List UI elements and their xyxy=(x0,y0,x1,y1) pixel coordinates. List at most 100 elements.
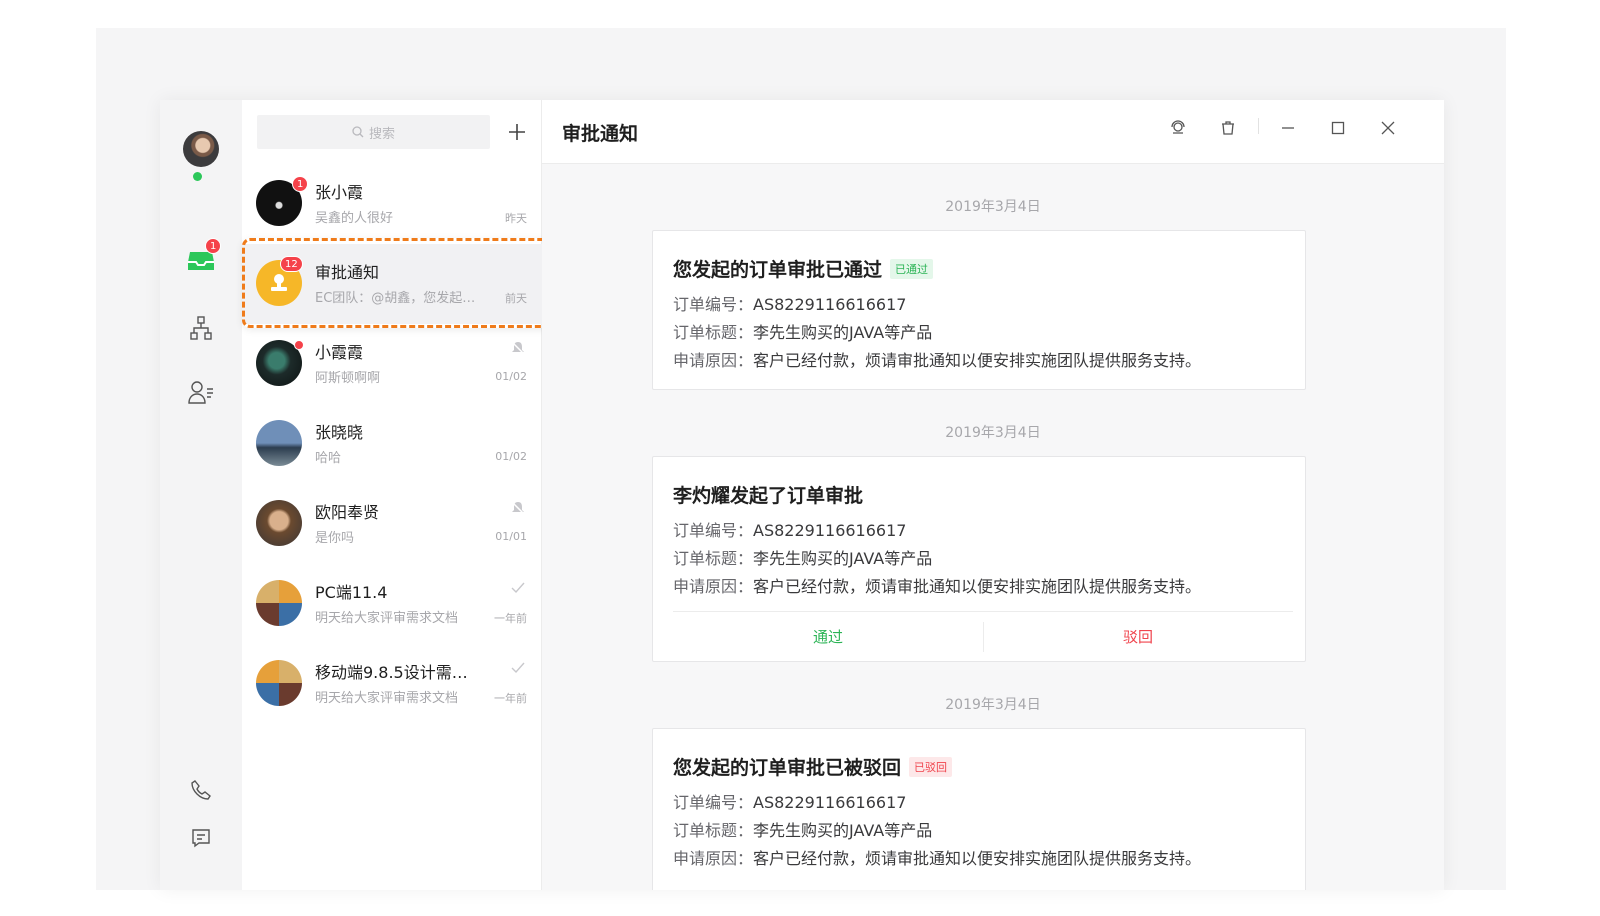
conversation-item[interactable]: 移动端9.8.5设计需求评审 明天给大家评审需求文档 一年前 xyxy=(242,644,542,724)
status-badge-rejected: 已驳回 xyxy=(909,756,953,777)
nav-feedback[interactable] xyxy=(185,822,217,854)
reason-row: 申请原因：客户已经付款，烦请审批通知以便安排实施团队提供服务支持。 xyxy=(673,845,1201,869)
card-title-text: 您发起的订单审批已被驳回 xyxy=(673,757,902,779)
conversation-time: 01/01 xyxy=(495,530,527,543)
approval-panel: 审批通知 2019年3月4日 您发起的订单审批已通过 已通过 订单编号：AS82… xyxy=(542,100,1444,890)
order-title-row: 订单标题：李先生购买的JAVA等产品 xyxy=(673,817,932,841)
field-label: 申请原因： xyxy=(673,577,754,596)
conversation-preview: 明天给大家评审需求文档 xyxy=(315,611,459,626)
order-number-row: 订单编号：AS8229116616617 xyxy=(673,517,906,541)
unread-badge: 1 xyxy=(292,176,309,192)
search-icon xyxy=(352,126,364,138)
conversation-preview: 明天给大家评审需求文档 xyxy=(315,691,459,706)
conversation-preview: 吴鑫的人很好 xyxy=(315,211,394,226)
minimize-button[interactable] xyxy=(1274,114,1302,142)
card-actions: 通过 驳回 xyxy=(673,611,1293,661)
card-title: 您发起的订单审批已被驳回 已驳回 xyxy=(673,753,953,780)
card-title-text: 您发起的订单审批已通过 xyxy=(673,259,883,281)
conversation-name: 张晓晓 xyxy=(315,423,364,442)
conversation-item[interactable]: 小霞霞 阿斯顿啊啊 01/02 xyxy=(242,324,542,404)
support-agent-icon xyxy=(1171,120,1185,134)
nav-calls[interactable] xyxy=(185,774,217,806)
card-title: 您发起的订单审批已通过 已通过 xyxy=(673,255,934,282)
approve-button[interactable]: 通过 xyxy=(673,612,983,661)
unread-badge: 12 xyxy=(280,256,303,272)
nav-organization[interactable] xyxy=(185,312,217,344)
date-divider: 2019年3月4日 xyxy=(945,425,1041,441)
app-window: 1 搜索 1 张小霞 吴鑫的人很好 昨天 12 审批通知 EC团队：@胡鑫，您发… xyxy=(160,100,1444,890)
conversation-time: 一年前 xyxy=(494,612,527,625)
contacts-icon xyxy=(188,381,213,404)
messages-unread-badge: 1 xyxy=(205,238,222,254)
mute-icon xyxy=(511,341,525,355)
reason-text: 客户已经付款，烦请审批通知以便安排实施团队提供服务支持。 xyxy=(753,577,1202,596)
date-divider: 2019年3月4日 xyxy=(945,199,1041,215)
maximize-icon xyxy=(1331,121,1345,135)
chat-bubble-icon xyxy=(192,829,210,848)
order-number: AS8229116616617 xyxy=(753,521,907,540)
order-title: 李先生购买的JAVA等产品 xyxy=(753,549,933,568)
card-title-text: 李灼耀发起了订单审批 xyxy=(673,485,864,507)
action-divider xyxy=(983,622,984,652)
conversation-time: 昨天 xyxy=(505,212,527,225)
conversation-name: 小霞霞 xyxy=(315,343,364,362)
trash-icon xyxy=(1222,121,1234,135)
approval-card-pending: 李灼耀发起了订单审批 订单编号：AS8229116616617 订单标题：李先生… xyxy=(652,456,1306,662)
order-title-row: 订单标题：李先生购买的JAVA等产品 xyxy=(673,319,932,343)
header-divider xyxy=(1258,118,1259,134)
approval-card-approved: 您发起的订单审批已通过 已通过 订单编号：AS8229116616617 订单标… xyxy=(652,230,1306,390)
delete-button[interactable] xyxy=(1214,114,1242,142)
conversation-preview: 阿斯顿啊啊 xyxy=(315,371,381,386)
order-number: AS8229116616617 xyxy=(753,295,907,314)
conversation-name: 审批通知 xyxy=(315,263,380,282)
plus-icon xyxy=(509,124,525,140)
field-label: 申请原因： xyxy=(673,849,754,868)
conversation-name: 移动端9.8.5设计需求评审 xyxy=(315,663,480,682)
unread-dot xyxy=(294,340,304,350)
conversation-item[interactable]: PC端11.4 明天给大家评审需求文档 一年前 xyxy=(242,564,542,644)
field-label: 订单编号： xyxy=(673,521,754,540)
conversation-item[interactable]: 1 张小霞 吴鑫的人很好 昨天 xyxy=(242,164,542,244)
field-label: 订单编号： xyxy=(673,295,754,314)
conversation-name: 张小霞 xyxy=(315,183,364,202)
close-button[interactable] xyxy=(1374,114,1402,142)
nav-messages[interactable]: 1 xyxy=(185,238,222,276)
message-stream: 2019年3月4日 您发起的订单审批已通过 已通过 订单编号：AS8229116… xyxy=(542,164,1444,890)
avatar xyxy=(256,420,302,466)
conversation-list: 搜索 1 张小霞 吴鑫的人很好 昨天 12 审批通知 EC团队：@胡鑫，您发起的… xyxy=(242,100,553,890)
conversation-name: PC端11.4 xyxy=(315,583,388,602)
conversation-time: 一年前 xyxy=(494,692,527,705)
my-avatar[interactable] xyxy=(183,131,219,167)
field-label: 订单标题： xyxy=(673,821,754,840)
conversation-item-selected[interactable]: 12 审批通知 EC团队：@胡鑫，您发起的订单审批已通过 前天 xyxy=(242,244,542,324)
conversation-item[interactable]: 张晓晓 哈哈 01/02 xyxy=(242,404,542,484)
reject-button[interactable]: 驳回 xyxy=(983,612,1293,661)
conversation-time: 前天 xyxy=(505,292,527,305)
maximize-button[interactable] xyxy=(1324,114,1352,142)
order-number-row: 订单编号：AS8229116616617 xyxy=(673,789,906,813)
org-chart-icon xyxy=(190,316,212,340)
group-avatar xyxy=(256,580,302,626)
nav-contacts[interactable] xyxy=(185,376,217,408)
status-badge-approved: 已通过 xyxy=(890,258,934,279)
order-title-row: 订单标题：李先生购买的JAVA等产品 xyxy=(673,545,932,569)
panel-title: 审批通知 xyxy=(562,123,639,145)
order-number: AS8229116616617 xyxy=(753,793,907,812)
conversation-preview: EC团队：@胡鑫，您发起的订单审批已通过 xyxy=(315,291,483,306)
conversation-time: 01/02 xyxy=(495,370,527,383)
panel-header: 审批通知 xyxy=(542,100,1444,164)
order-title: 李先生购买的JAVA等产品 xyxy=(753,821,933,840)
field-label: 订单标题： xyxy=(673,549,754,568)
order-number-row: 订单编号：AS8229116616617 xyxy=(673,291,906,315)
check-icon xyxy=(511,662,525,674)
stamp-icon xyxy=(271,274,287,291)
search-box[interactable]: 搜索 xyxy=(257,115,490,149)
reason-row: 申请原因：客户已经付款，烦请审批通知以便安排实施团队提供服务支持。 xyxy=(673,347,1201,371)
field-label: 订单标题： xyxy=(673,323,754,342)
conversation-item[interactable]: 欧阳奉贤 是你吗 01/01 xyxy=(242,484,542,564)
add-button[interactable] xyxy=(500,115,534,149)
conversation-name: 欧阳奉贤 xyxy=(315,503,380,522)
minimize-icon xyxy=(1282,127,1294,129)
field-label: 申请原因： xyxy=(673,351,754,370)
settings-button[interactable] xyxy=(1164,114,1192,142)
